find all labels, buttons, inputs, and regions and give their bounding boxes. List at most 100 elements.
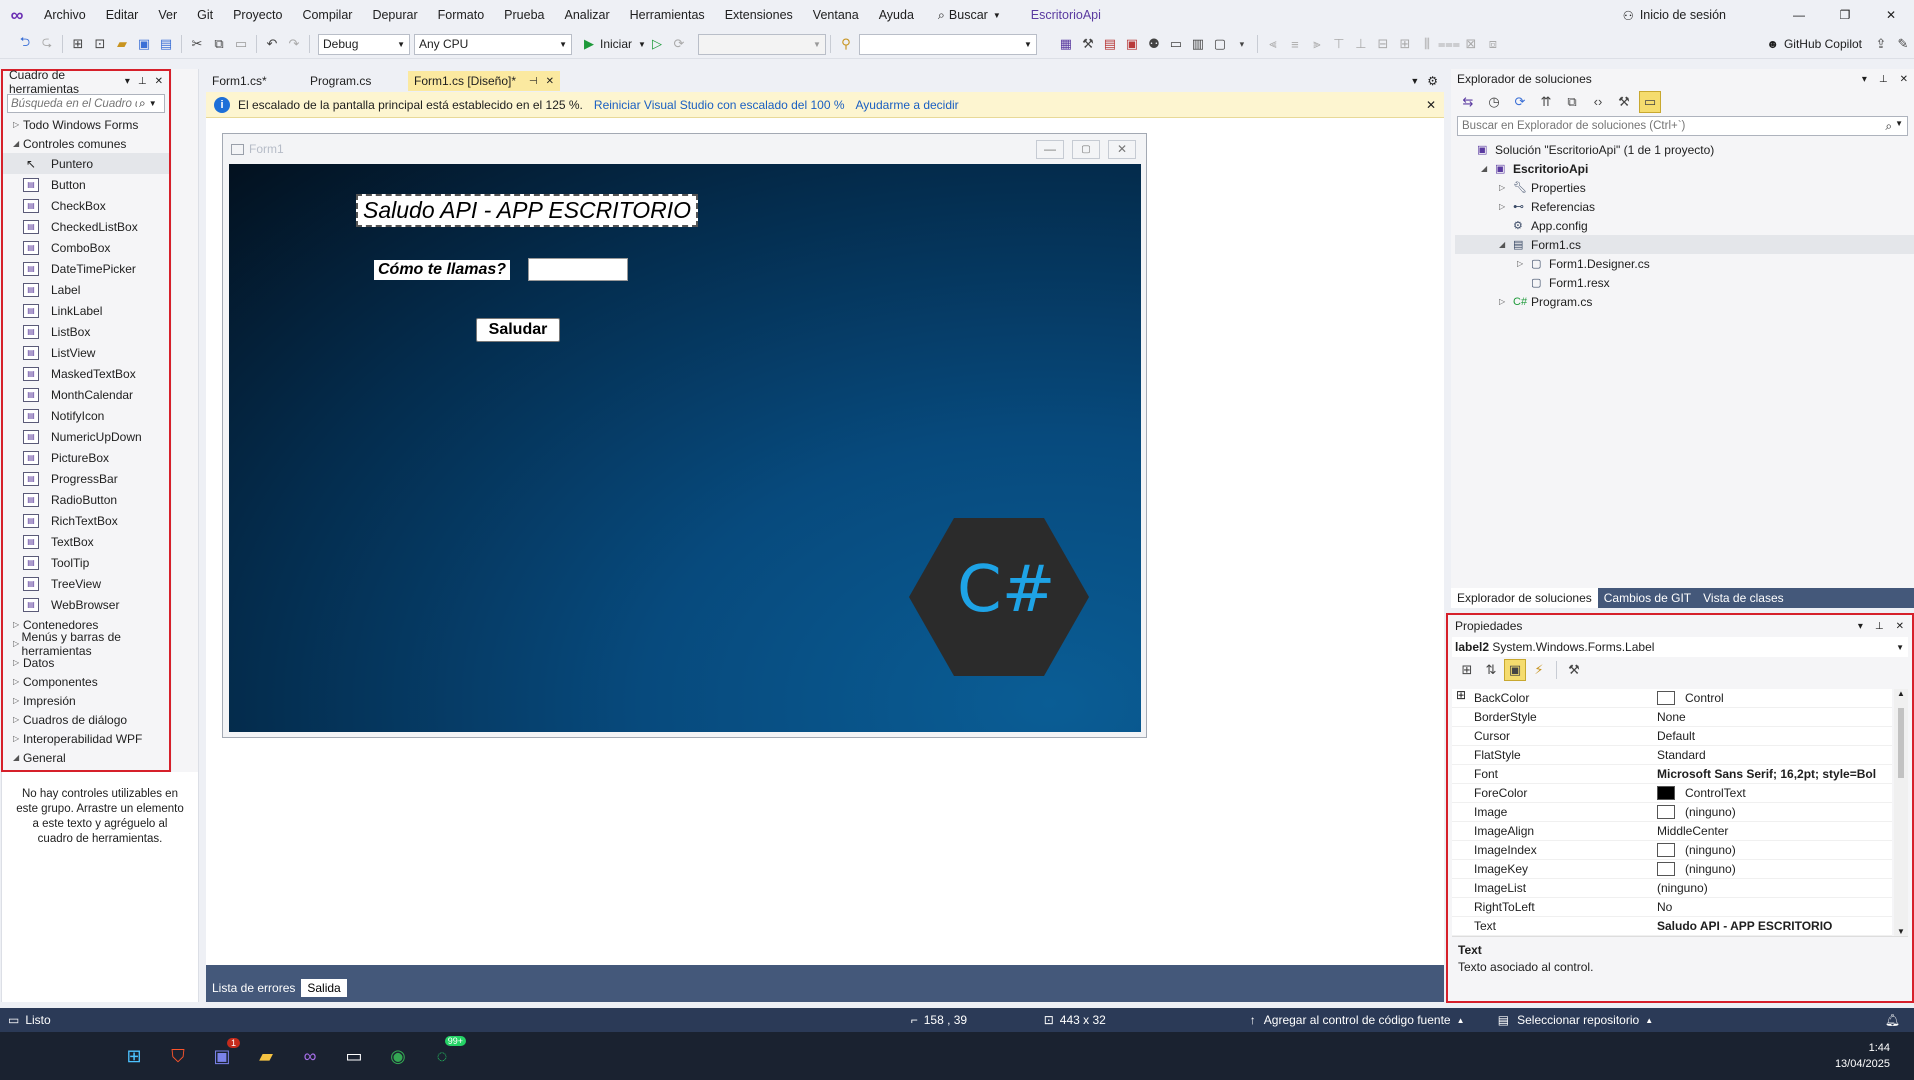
find-icon[interactable]: ⚲ xyxy=(835,33,857,55)
windows-start-icon[interactable]: ⊞ xyxy=(120,1042,148,1070)
sync-icon[interactable]: ⟳ xyxy=(1509,91,1531,113)
toolbox-item-picturebox[interactable]: ▤ PictureBox xyxy=(3,447,169,468)
source-control-button[interactable]: ↑ Agregar al control de código fuente ▲ xyxy=(1250,1013,1498,1027)
solution-node[interactable]: ◢ ▤ Form1.cs xyxy=(1455,235,1914,254)
toolbox-category-general[interactable]: ◢ General xyxy=(3,748,169,767)
menu-herramientas[interactable]: Herramientas xyxy=(620,0,715,30)
solution-node[interactable]: ▣ Solución "EscritorioApi" (1 de 1 proyec… xyxy=(1455,140,1914,159)
collapse-all-icon[interactable]: ⇈ xyxy=(1535,91,1557,113)
switch-views-icon[interactable]: ⇆ xyxy=(1457,91,1479,113)
properties-icon[interactable]: ⚒ xyxy=(1613,91,1635,113)
dropdown-icon[interactable]: ▾ xyxy=(1862,74,1867,85)
menu-proyecto[interactable]: Proyecto xyxy=(223,0,292,30)
output-tab-errors[interactable]: Lista de errores xyxy=(206,979,301,997)
hot-reload-icon[interactable]: ⟳ xyxy=(668,33,690,55)
object-selector[interactable]: label2 System.Windows.Forms.Label ▼ xyxy=(1452,637,1908,657)
back-icon[interactable]: ⮌ xyxy=(14,33,36,55)
align-center-icon[interactable]: ≡ xyxy=(1284,33,1306,55)
pin-icon[interactable]: ⊥ xyxy=(1875,621,1884,632)
menu-ayuda[interactable]: Ayuda xyxy=(869,0,924,30)
expand-icon[interactable]: ▷ xyxy=(1499,297,1513,306)
visual-studio-logo-icon[interactable]: ∞ xyxy=(0,0,34,30)
menu-compilar[interactable]: Compilar xyxy=(292,0,362,30)
restart-scaling-link[interactable]: Reiniciar Visual Studio con escalado del… xyxy=(594,98,845,112)
feedback-icon[interactable]: ✎ xyxy=(1892,33,1914,55)
history-icon[interactable]: ◷ xyxy=(1483,91,1505,113)
toolbox-item-checkbox[interactable]: ▤ CheckBox xyxy=(3,195,169,216)
save-all-icon[interactable]: ▤ xyxy=(155,33,177,55)
view-code-icon[interactable]: ‹› xyxy=(1587,91,1609,113)
close-icon[interactable]: ✕ xyxy=(1426,98,1436,112)
dropdown-icon[interactable]: ▾ xyxy=(1858,621,1863,632)
form-maximize-button[interactable]: ▢ xyxy=(1072,139,1100,159)
solution-node[interactable]: ▷ 🔧︎ Properties xyxy=(1455,178,1914,197)
solution-search-input[interactable] xyxy=(1462,120,1862,132)
form-client-area[interactable]: Saludo API - APP ESCRITORIO Cómo te llam… xyxy=(229,164,1141,732)
tab-class-view[interactable]: Vista de clases xyxy=(1697,591,1790,605)
select-repo-button[interactable]: ▤ Seleccionar repositorio ▲ xyxy=(1498,1013,1653,1027)
solution-node[interactable]: ◢ ▣ EscritorioApi xyxy=(1455,159,1914,178)
notifications-icon[interactable]: 🔔︎ xyxy=(1885,1013,1900,1027)
toolbox-item-monthcalendar[interactable]: ▤ MonthCalendar xyxy=(3,384,169,405)
teams-icon[interactable]: ▣ 1 xyxy=(208,1038,240,1070)
visual-studio-icon[interactable]: ∞ xyxy=(296,1042,324,1070)
toolbox-item-numericupdown[interactable]: ▤ NumericUpDown xyxy=(3,426,169,447)
minimize-button[interactable]: — xyxy=(1776,8,1822,22)
csharp-logo[interactable]: C# xyxy=(909,518,1089,676)
toolbox-item-radiobutton[interactable]: ▤ RadioButton xyxy=(3,489,169,510)
expand-icon[interactable]: ▷ xyxy=(1499,183,1513,192)
output-tab-output[interactable]: Salida xyxy=(301,978,347,997)
show-all-files-icon[interactable]: ⧉ xyxy=(1561,91,1583,113)
save-icon[interactable]: ▣ xyxy=(133,33,155,55)
menu-depurar[interactable]: Depurar xyxy=(362,0,427,30)
platform-select[interactable]: Any CPU ▼ xyxy=(414,33,572,55)
toolbox-item-richtextbox[interactable]: ▤ RichTextBox xyxy=(3,510,169,531)
maximize-button[interactable]: ❐ xyxy=(1822,8,1868,22)
toolbox-item-progressbar[interactable]: ▤ ProgressBar xyxy=(3,468,169,489)
close-button[interactable]: ✕ xyxy=(1868,8,1914,22)
menu-git[interactable]: Git xyxy=(187,0,223,30)
property-row[interactable]: ImageIndex (ninguno) xyxy=(1452,841,1892,860)
spacing-icon[interactable]: ⫼ xyxy=(1416,33,1438,55)
pin-icon[interactable]: ⊥ xyxy=(1879,74,1888,85)
toolbox-category-all[interactable]: ▷ Todo Windows Forms xyxy=(3,115,169,134)
signin-button[interactable]: ⚇ Inicio de sesión xyxy=(1623,8,1726,23)
wrench-icon[interactable]: ⚒ xyxy=(1077,33,1099,55)
cut-icon[interactable]: ✂ xyxy=(186,33,208,55)
solution-node[interactable]: ▢ Form1.resx xyxy=(1455,273,1914,292)
overflow-icon[interactable]: ▾ xyxy=(1231,33,1253,55)
property-row[interactable]: FlatStyle Standard xyxy=(1452,746,1892,765)
server-icon[interactable]: ▤ xyxy=(1099,33,1121,55)
vspacing-icon[interactable]: ⩶ xyxy=(1438,33,1460,55)
menu-prueba[interactable]: Prueba xyxy=(494,0,554,30)
settings-icon[interactable]: ⚙ xyxy=(1427,71,1438,91)
configuration-select[interactable]: Debug ▼ xyxy=(318,33,410,55)
dropdown-icon[interactable]: ▾ xyxy=(125,76,130,87)
github-copilot-button[interactable]: ☻ GitHub Copilot xyxy=(1766,37,1862,51)
copy-icon[interactable]: ⧉ xyxy=(208,33,230,55)
property-row[interactable]: ImageList (ninguno) xyxy=(1452,879,1892,898)
toolbox-item-treeview[interactable]: ▤ TreeView xyxy=(3,573,169,594)
toolbox-item-label[interactable]: ▤ Label xyxy=(3,279,169,300)
property-row[interactable]: Image (ninguno) xyxy=(1452,803,1892,822)
close-icon[interactable]: ✕ xyxy=(1900,74,1908,85)
undo-icon[interactable]: ↶ xyxy=(261,33,283,55)
property-row[interactable]: ForeColor ControlText xyxy=(1452,784,1892,803)
property-row[interactable]: BorderStyle None xyxy=(1452,708,1892,727)
open-folder-icon[interactable]: ▰ xyxy=(111,33,133,55)
close-icon[interactable]: ✕ xyxy=(155,76,163,87)
new-project-icon[interactable]: ⊞ xyxy=(67,33,89,55)
toolbox-item-maskedtextbox[interactable]: ▤ MaskedTextBox xyxy=(3,363,169,384)
toolbox-category[interactable]: ▷ Componentes xyxy=(3,672,169,691)
name-textbox[interactable] xyxy=(528,258,628,281)
property-row[interactable]: Text Saludo API - APP ESCRITORIO xyxy=(1452,917,1892,936)
menu-ver[interactable]: Ver xyxy=(148,0,187,30)
paste-icon[interactable]: ▭ xyxy=(230,33,252,55)
toolbox-item-checkedlistbox[interactable]: ▤ CheckedListBox xyxy=(3,216,169,237)
pin-icon[interactable]: ⊣ xyxy=(529,76,538,87)
add-item-icon[interactable]: ⊡ xyxy=(89,33,111,55)
same-size-icon[interactable]: ⊟ xyxy=(1372,33,1394,55)
grid-icon[interactable]: ▥ xyxy=(1187,33,1209,55)
toolbox-search[interactable]: ⌕▼ xyxy=(7,94,165,113)
menu-editar[interactable]: Editar xyxy=(96,0,149,30)
